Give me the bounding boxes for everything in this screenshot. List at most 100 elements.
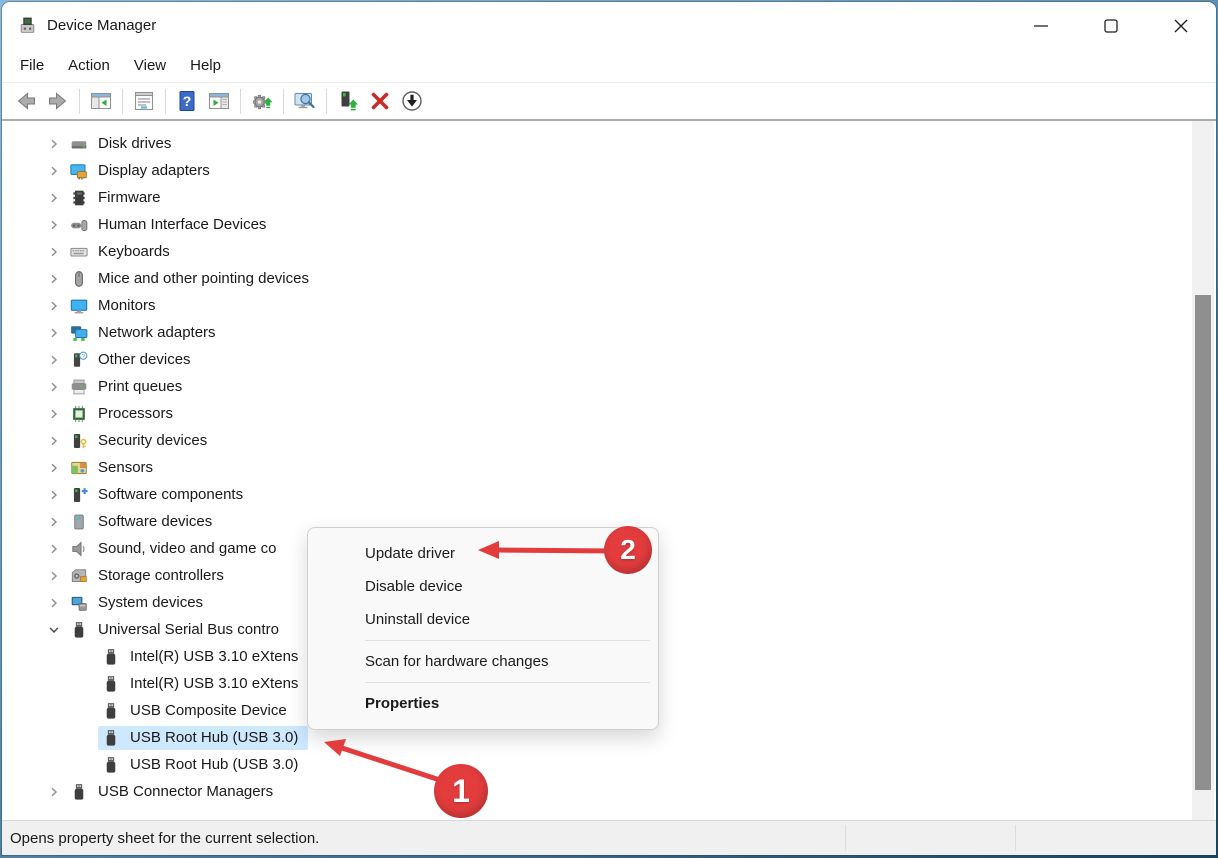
firmware-icon [70,189,88,207]
chevron-right-icon[interactable] [46,352,62,368]
tree-item-monitors[interactable]: Monitors [2,292,1216,319]
chevron-right-icon[interactable] [46,244,62,260]
chevron-down-icon[interactable] [46,622,62,638]
status-text: Opens property sheet for the current sel… [10,829,320,847]
forward-icon [46,89,70,113]
chevron-right-icon[interactable] [46,271,62,287]
chevron-right-icon[interactable] [46,190,62,206]
tree-item-human-interface-devices[interactable]: Human Interface Devices [2,211,1216,238]
row-content: USB Connector Managers [66,780,283,804]
tree-item-mice-and-other-pointing-devices[interactable]: Mice and other pointing devices [2,265,1216,292]
scrollbar-thumb[interactable] [1195,295,1211,790]
scan-hardware-changes-button[interactable] [289,86,321,116]
chevron-right-icon[interactable] [46,325,62,341]
disable-device-button[interactable] [396,86,428,116]
context-menu-item-uninstall-device[interactable]: Uninstall device [308,603,658,636]
close-button[interactable] [1146,2,1216,49]
chevron-right-icon[interactable] [46,541,62,557]
update-driver-software-icon [250,89,274,113]
chevron-right-icon[interactable] [46,298,62,314]
maximize-button[interactable] [1076,2,1146,49]
context-menu-item-label: Properties [365,695,440,712]
tree-item-label: Human Interface Devices [98,216,267,233]
update-device-driver-button[interactable] [332,86,364,116]
chevron-right-icon[interactable] [46,460,62,476]
usb-device-icon [102,702,120,720]
system-devices-icon [70,594,88,612]
tree-item-display-adapters[interactable]: Display adapters [2,157,1216,184]
tree-item-other-devices[interactable]: ? Other devices [2,346,1216,373]
chevron-right-icon[interactable] [46,406,62,422]
context-menu-item-scan-for-hardware-changes[interactable]: Scan for hardware changes [308,645,658,678]
chevron-right-icon[interactable] [46,487,62,503]
chevron-right-icon[interactable] [46,379,62,395]
other-devices-icon: ? [70,351,88,369]
row-content: Sound, video and game co [66,537,286,561]
usb-icon [70,621,88,639]
menu-view[interactable]: View [134,57,166,74]
context-menu-item-properties[interactable]: Properties [308,687,658,720]
context-menu-separator [365,640,650,641]
tree-item-network-adapters[interactable]: Network adapters [2,319,1216,346]
properties-button[interactable] [128,86,160,116]
update-driver-software-button[interactable] [246,86,278,116]
title-bar: Device Manager [2,2,1216,49]
selected-row-highlight: USB Root Hub (USB 3.0) [98,725,309,750]
tree-item-usb-connector-managers[interactable]: USB Connector Managers [2,778,1216,805]
menu-action[interactable]: Action [68,57,110,74]
chevron-right-icon[interactable] [46,514,62,530]
uninstall-device-icon [368,89,392,113]
tree-item-firmware[interactable]: Firmware [2,184,1216,211]
tree-item-print-queues[interactable]: Print queues [2,373,1216,400]
network-adapters-icon [70,324,88,342]
tree-item-usb-root-hub-usb-3-0[interactable]: USB Root Hub (USB 3.0) [2,751,1216,778]
tree-item-label: Other devices [98,351,191,368]
show-console-tree-button[interactable] [85,86,117,116]
row-content: Human Interface Devices [66,213,276,237]
tree-item-keyboards[interactable]: Keyboards [2,238,1216,265]
usb-device-icon [102,756,120,774]
tree-item-label: Disk drives [98,135,172,152]
chevron-right-icon[interactable] [46,217,62,233]
window-title: Device Manager [47,17,157,34]
caption-controls [1006,2,1216,49]
minimize-button[interactable] [1006,2,1076,49]
tree-item-label: Firmware [98,189,161,206]
context-menu-item-label: Scan for hardware changes [365,653,549,670]
uninstall-device-button[interactable] [364,86,396,116]
menu-help[interactable]: Help [190,57,221,74]
chevron-right-icon[interactable] [46,433,62,449]
chevron-right-icon[interactable] [46,595,62,611]
disk-drives-icon [70,135,88,153]
software-components-icon [70,486,88,504]
svg-text:?: ? [183,93,192,109]
tree-item-processors[interactable]: Processors [2,400,1216,427]
chevron-right-icon[interactable] [46,784,62,800]
mice-icon [70,270,88,288]
forward-button[interactable] [42,86,74,116]
chevron-right-icon[interactable] [46,568,62,584]
help-button[interactable]: ? [171,86,203,116]
status-divider [1015,825,1016,851]
tree-item-security-devices[interactable]: Security devices [2,427,1216,454]
menu-file[interactable]: File [20,57,44,74]
tree-item-label: Universal Serial Bus contro [98,621,279,638]
tree-item-label: USB Root Hub (USB 3.0) [130,729,299,746]
vertical-scrollbar[interactable] [1192,121,1214,820]
tree-item-sensors[interactable]: Sensors [2,454,1216,481]
toolbar-separator [165,88,166,114]
tree-item-label: Intel(R) USB 3.10 eXtens [130,675,299,692]
chevron-right-icon[interactable] [46,136,62,152]
annotation-badge-1: 1 [434,764,488,818]
row-content: ? Other devices [66,348,201,372]
back-button[interactable] [10,86,42,116]
row-content: Firmware [66,186,171,210]
context-menu-item-disable-device[interactable]: Disable device [308,570,658,603]
show-action-pane-button[interactable] [203,86,235,116]
security-devices-icon [70,432,88,450]
chevron-right-icon[interactable] [46,163,62,179]
menu-bar: File Action View Help [2,49,1216,83]
tree-item-software-components[interactable]: Software components [2,481,1216,508]
tree-item-disk-drives[interactable]: Disk drives [2,130,1216,157]
